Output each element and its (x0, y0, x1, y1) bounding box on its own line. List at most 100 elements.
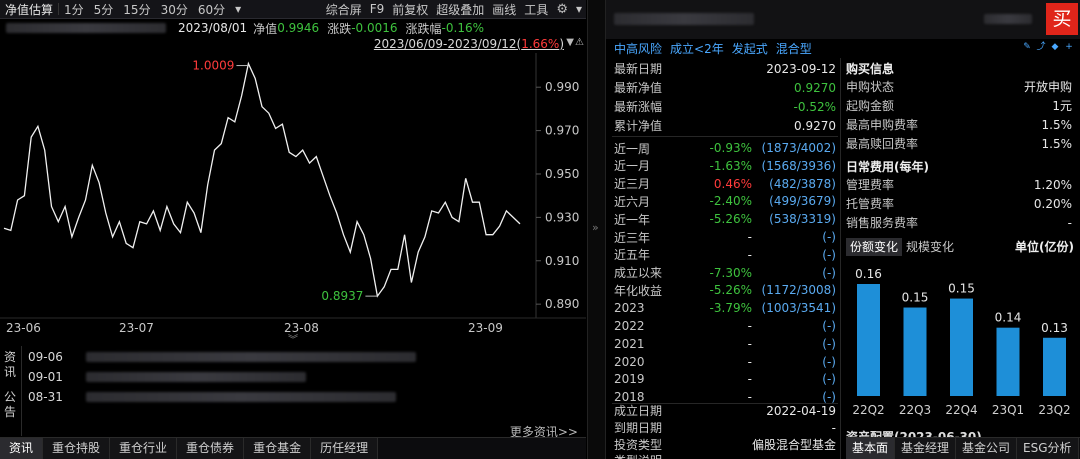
period-return: -2.40% (709, 194, 752, 209)
period-rank[interactable]: (538/3319) (769, 212, 836, 226)
bar-value-label: 0.13 (1041, 321, 1068, 335)
period-rank[interactable]: (-) (822, 266, 836, 280)
info-date: 2023/08/01 (178, 21, 248, 35)
tab-60min[interactable]: 60分 (193, 1, 230, 18)
adjust-button[interactable]: 前复权 (388, 1, 432, 18)
nav-value: 0.9946 (277, 21, 320, 35)
tab-fund-company[interactable]: 基金公司 (956, 438, 1018, 459)
news-item[interactable]: 08-31 (28, 388, 396, 406)
f9-button[interactable]: F9 (366, 2, 389, 16)
buy-button[interactable]: 买 (1046, 3, 1078, 35)
tab-nav-estimate[interactable]: 净值估算 (0, 1, 58, 18)
period-return: - (747, 372, 752, 387)
double-chevron-right-icon[interactable]: » (592, 221, 599, 234)
y-tick-label: 0.990 (545, 80, 579, 94)
side-tab-announce[interactable]: 公告 (4, 390, 18, 420)
period-dropdown-icon[interactable]: ▾ (230, 2, 246, 16)
divider (612, 136, 838, 137)
tab-news[interactable]: 资讯 (0, 438, 44, 459)
period-label: 2023 (614, 301, 645, 316)
period-rank[interactable]: (-) (822, 248, 836, 262)
tab-5min[interactable]: 5分 (89, 1, 119, 18)
share-bar[interactable] (1043, 337, 1066, 396)
period-label: 近三月 (614, 177, 651, 192)
tab-fundamentals[interactable]: 基本面 (846, 438, 896, 459)
chart-panel: 净值估算 1分 5分 15分 30分 60分 ▾ 综合屏 F9 前复权 超级叠加… (0, 0, 586, 459)
tab-managers-history[interactable]: 历任经理 (311, 438, 379, 459)
fund-info-panel: 买 中高风险 成立<2年 发起式 混合型 ✎ ⤴ ◆ + 最新日期 2023-09… (606, 0, 1080, 459)
composite-screen-button[interactable]: 综合屏 (322, 1, 366, 18)
edit-icon[interactable]: ✎ (1022, 42, 1032, 52)
nav-series-line (3, 61, 521, 298)
tab-30min[interactable]: 30分 (156, 1, 193, 18)
tab-share-change[interactable]: 份额变化 (846, 237, 903, 256)
more-arrow-icon[interactable]: ▾ (572, 2, 586, 16)
date-range[interactable]: 2023/06/09-2023/09/12(1.66%) (374, 37, 564, 51)
period-rank[interactable]: (1568/3936) (762, 159, 836, 173)
share-icon[interactable]: ⤴ (1036, 42, 1046, 52)
fund-tags: 中高风险 成立<2年 发起式 混合型 (614, 39, 820, 57)
tab-15min[interactable]: 15分 (118, 1, 155, 18)
tab-1min[interactable]: 1分 (59, 1, 89, 18)
x-tick-label: 23-07 (119, 321, 154, 335)
period-rank[interactable]: (1003/3541) (762, 301, 836, 315)
fee-key: 销售服务费率 (846, 216, 919, 230)
period-rank[interactable]: (-) (822, 230, 836, 244)
tag-type[interactable]: 混合型 (776, 40, 812, 57)
share-bar[interactable] (903, 307, 927, 396)
tab-top-industries[interactable]: 重仓行业 (110, 438, 178, 459)
period-rank[interactable]: (-) (822, 355, 836, 369)
tab-top-bonds[interactable]: 重仓债券 (177, 438, 245, 459)
period-label: 年化收益 (614, 283, 663, 298)
diamond-icon[interactable]: ◆ (1050, 42, 1060, 52)
period-rank[interactable]: (499/3679) (769, 194, 836, 208)
panel-splitter[interactable]: » (587, 0, 606, 459)
share-bar[interactable] (950, 298, 973, 396)
tag-age[interactable]: 成立<2年 (670, 40, 724, 57)
period-rank[interactable]: (482/3878) (769, 177, 836, 191)
period-label: 2022 (614, 319, 645, 333)
tab-fund-manager[interactable]: 基金经理 (895, 438, 957, 459)
gear-icon[interactable]: ⚙ (552, 2, 572, 17)
period-return: -5.26% (709, 283, 752, 298)
tools-button[interactable]: 工具 (520, 1, 552, 18)
tab-top-holdings[interactable]: 重仓持股 (43, 438, 111, 459)
tag-risk[interactable]: 中高风险 (614, 40, 662, 57)
range-dropdown-icon[interactable]: ▼ (566, 37, 574, 48)
bar-category-label: 22Q3 (899, 403, 931, 417)
tab-top-funds[interactable]: 重仓基金 (244, 438, 312, 459)
tag-initiated[interactable]: 发起式 (732, 40, 768, 57)
establish-key: 投资类型 (614, 438, 663, 452)
add-icon[interactable]: + (1064, 42, 1074, 52)
share-bar[interactable] (996, 327, 1020, 396)
period-rank[interactable]: (1873/4002) (762, 141, 836, 155)
draw-line-button[interactable]: 画线 (488, 1, 520, 18)
pct-value: -0.16% (441, 21, 484, 35)
panel-collapse-handle[interactable]: ︾ (0, 336, 586, 346)
performance-row: 2019 - (-) (614, 370, 836, 388)
overlay-button[interactable]: 超级叠加 (432, 1, 488, 18)
bar-value-label: 0.14 (995, 311, 1022, 325)
tab-esg[interactable]: ESG分析 (1017, 438, 1079, 459)
performance-row: 近一年 -5.26% (538/3319) (614, 210, 836, 228)
buy-info-row: 最高申购费率 1.5% (846, 115, 1080, 134)
blurred-fund-code (984, 14, 1032, 24)
change-value: -0.0016 (351, 21, 398, 35)
side-tab-news[interactable]: 资讯 (4, 350, 18, 380)
news-item[interactable]: 09-01 (28, 368, 306, 386)
performance-row: 2021 - (-) (614, 335, 836, 353)
period-rank[interactable]: (-) (822, 372, 836, 386)
alert-icon[interactable]: ⚠ (575, 37, 584, 48)
share-bar[interactable] (857, 284, 880, 396)
tab-scale-change[interactable]: 规模变化 (902, 238, 958, 256)
y-tick-label: 0.910 (545, 254, 579, 268)
buy-info-block: 购买信息 申购状态 开放申购 起购金额 1元 最高申购费率 1.5% 最高赎回费率 1.5% (846, 60, 1080, 153)
bar-category-label: 23Q1 (992, 403, 1024, 417)
period-rank[interactable]: (1172/3008) (762, 283, 836, 297)
period-rank[interactable]: (-) (822, 319, 836, 333)
news-item[interactable]: 09-06 (28, 348, 416, 366)
period-rank[interactable]: (-) (822, 337, 836, 351)
fee-value: 1.20% (1033, 177, 1072, 192)
performance-row: 2020 - (-) (614, 353, 836, 371)
buy-info-value: 1元 (1052, 99, 1072, 113)
